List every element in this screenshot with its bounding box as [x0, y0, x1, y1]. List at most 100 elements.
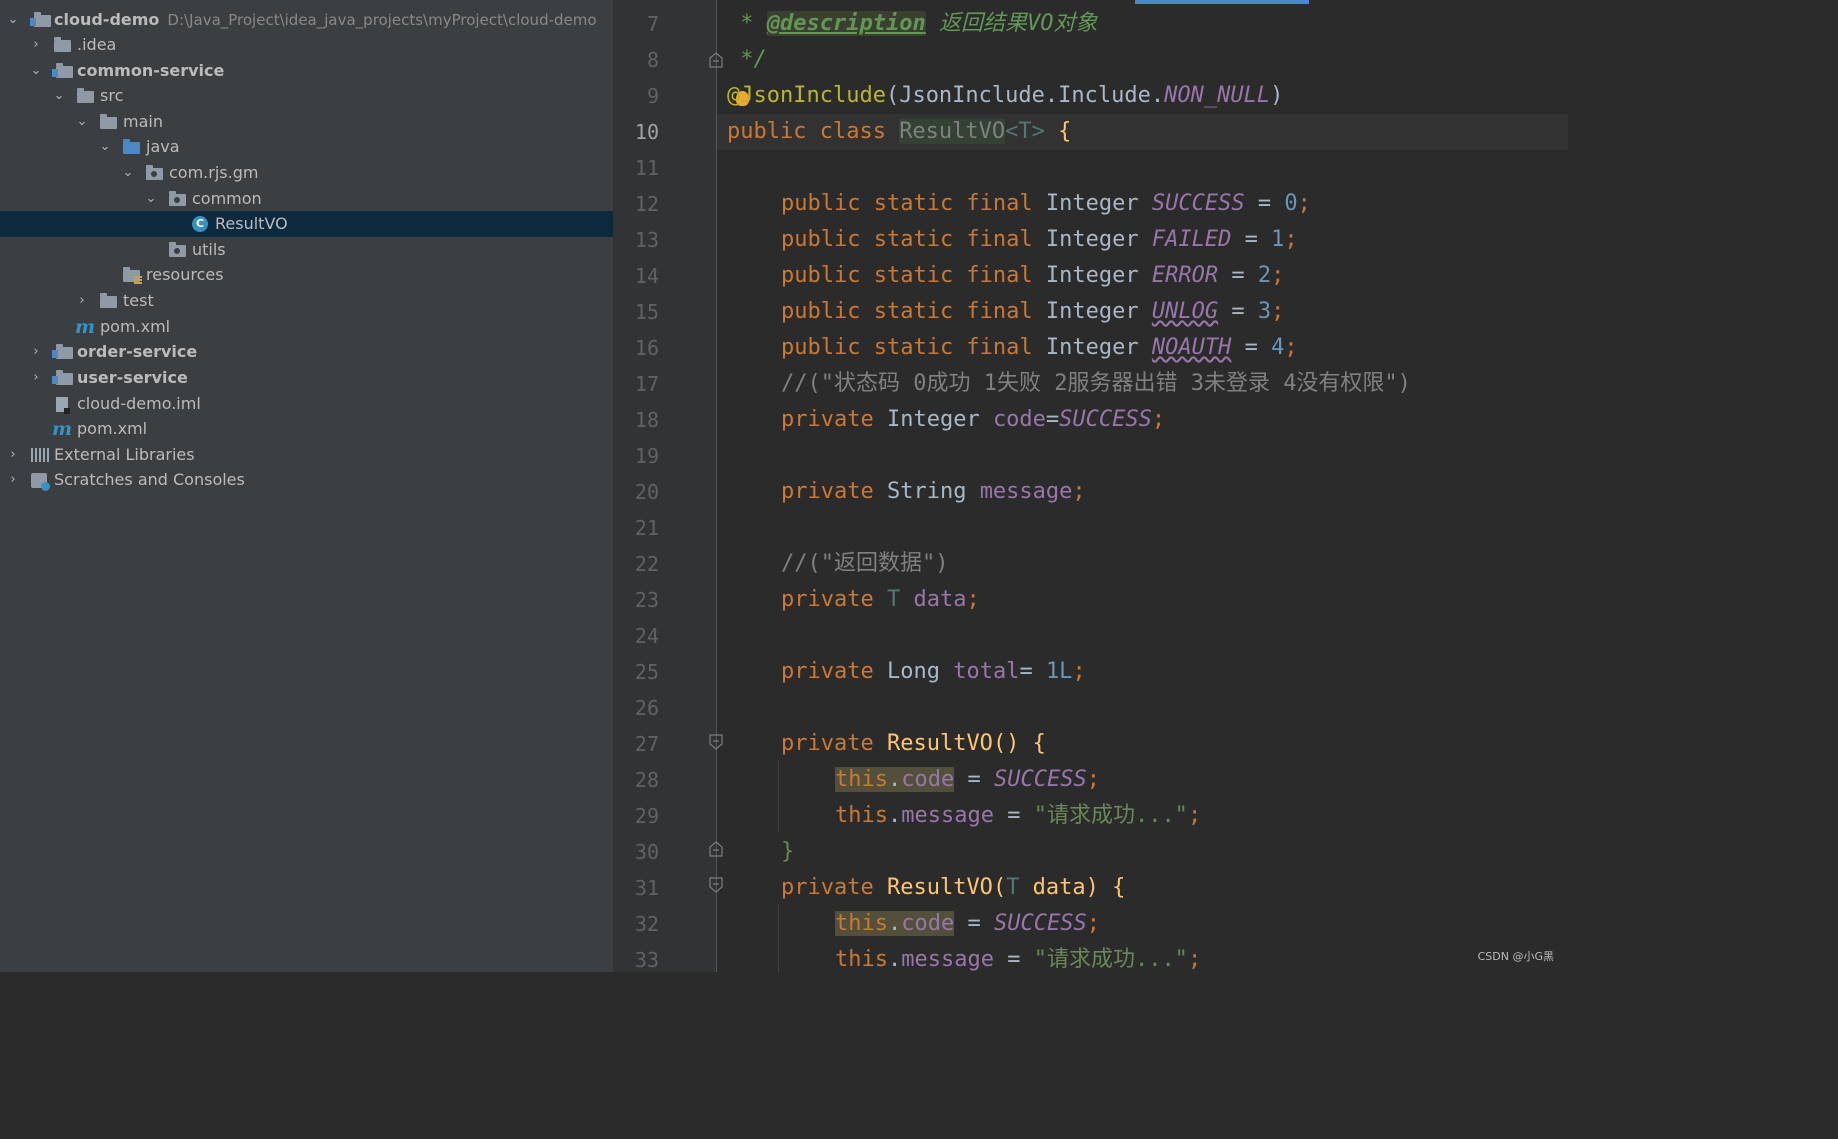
- tree-row-java[interactable]: ⌄ java: [0, 134, 613, 160]
- chevron-down-icon[interactable]: ⌄: [52, 83, 66, 109]
- tree-item-label: External Libraries: [54, 445, 195, 464]
- code-line-18: private Integer code=SUCCESS;: [781, 402, 1165, 438]
- folder-icon: [100, 114, 117, 129]
- tree-row-resources[interactable]: resources: [0, 262, 613, 288]
- code-token: public class: [727, 119, 900, 144]
- tree-item-label: order-service: [77, 342, 198, 361]
- code-token: public static final: [781, 191, 1046, 216]
- code-token: public static final: [781, 227, 1046, 252]
- tree-row-pom-common[interactable]: m pom.xml: [0, 314, 613, 340]
- code-token: ;: [1297, 191, 1311, 216]
- chevron-down-icon[interactable]: ⌄: [98, 134, 112, 160]
- tree-item-label: common: [192, 189, 262, 208]
- fold-start-icon[interactable]: [709, 877, 723, 893]
- line-number: 32: [634, 912, 659, 936]
- chevron-right-icon[interactable]: ›: [29, 365, 43, 391]
- tree-row-resultvo[interactable]: C ResultVO: [0, 211, 613, 237]
- tree-row-package[interactable]: ⌄ com.rjs.gm: [0, 160, 613, 186]
- code-token: ResultVO: [886, 875, 993, 900]
- tree-row-main[interactable]: ⌄ main: [0, 109, 613, 135]
- code-token: SUCCESS: [993, 911, 1087, 936]
- code-token: T: [886, 587, 914, 612]
- line-number: 29: [634, 804, 659, 828]
- code-token: public static final: [781, 299, 1046, 324]
- tree-row-user-service[interactable]: › user-service: [0, 365, 613, 391]
- code-token: ;: [1151, 407, 1166, 432]
- code-token: ResultVO: [886, 731, 993, 756]
- code-token: ;: [1086, 911, 1100, 936]
- line-number: 22: [634, 552, 659, 576]
- code-token: public static final: [781, 263, 1046, 288]
- line-number: 12: [634, 192, 659, 216]
- line-number: 14: [634, 264, 659, 288]
- chevron-down-icon[interactable]: ⌄: [29, 58, 43, 84]
- resources-folder-icon: [123, 267, 142, 284]
- indent-guide: [778, 760, 779, 832]
- chevron-down-icon[interactable]: ⌄: [144, 186, 158, 212]
- code-token: =: [954, 767, 994, 792]
- code-token: *: [727, 11, 767, 36]
- code-token: @: [727, 83, 741, 108]
- fold-end-icon[interactable]: [709, 52, 723, 68]
- tree-row-iml[interactable]: cloud-demo.iml: [0, 391, 613, 417]
- folder-icon: [77, 88, 94, 103]
- tree-row-test[interactable]: › test: [0, 288, 613, 314]
- code-line-17: //("状态码 0成功 1失败 2服务器出错 3未登录 4没有权限"): [781, 366, 1411, 402]
- code-token: ;: [1271, 299, 1285, 324]
- source-folder-icon: [123, 139, 140, 154]
- code-token: ;: [1271, 263, 1285, 288]
- code-line-33: this.message = "请求成功...";: [835, 942, 1201, 978]
- code-token: Integer: [1045, 335, 1152, 360]
- tree-row-pom-root[interactable]: m pom.xml: [0, 416, 613, 442]
- gutter-divider: [716, 0, 717, 972]
- tree-row-utils[interactable]: utils: [0, 237, 613, 263]
- code-editor[interactable]: 7 8 9 10 11 12 13 14 15 16 17 18 19 20 2…: [613, 0, 1568, 972]
- line-number: 33: [634, 948, 659, 972]
- code-line-22: //("返回数据"): [781, 546, 948, 582]
- chevron-down-icon[interactable]: ⌄: [6, 7, 20, 33]
- tree-row-idea[interactable]: › .idea: [0, 32, 613, 58]
- code-token: message: [901, 803, 994, 828]
- tree-row-common-service[interactable]: ⌄ common-service: [0, 58, 613, 84]
- chevron-right-icon[interactable]: ›: [29, 339, 43, 365]
- fold-start-icon[interactable]: [709, 734, 723, 750]
- tree-row-scratches[interactable]: › Scratches and Consoles: [0, 467, 613, 493]
- code-line-14: public static final Integer ERROR = 2;: [781, 258, 1284, 294]
- line-number: 16: [634, 336, 659, 360]
- tree-item-label: src: [100, 86, 124, 105]
- code-token: //("返回数据"): [781, 551, 949, 576]
- code-token: ;: [1187, 947, 1202, 972]
- chevron-right-icon[interactable]: ›: [6, 467, 20, 493]
- code-token: 2: [1257, 263, 1272, 288]
- chevron-right-icon[interactable]: ›: [6, 442, 20, 468]
- tree-row-external-libraries[interactable]: › External Libraries: [0, 442, 613, 468]
- code-token: //("状态码 0成功 1失败 2服务器出错 3未登录 4没有权限"): [781, 371, 1411, 396]
- chevron-right-icon[interactable]: ›: [75, 288, 89, 314]
- code-token: }: [781, 839, 795, 864]
- tree-row-cloud-demo[interactable]: ⌄ cloud-demo D:\Java_Project\idea_java_pr…: [0, 7, 613, 33]
- tree-item-label: Scratches and Consoles: [54, 470, 245, 489]
- code-line-30: }: [781, 834, 794, 870]
- code-token: 1: [1271, 227, 1285, 252]
- tree-row-common[interactable]: ⌄ common: [0, 186, 613, 212]
- code-token: Integer: [1045, 191, 1152, 216]
- chevron-down-icon[interactable]: ⌄: [75, 109, 89, 135]
- tree-row-order-service[interactable]: › order-service: [0, 339, 613, 365]
- code-line-9: @JsonInclude(JsonInclude.Include.NON_NUL…: [727, 78, 1283, 114]
- code-token: code: [992, 407, 1046, 432]
- code-token: code: [901, 767, 955, 792]
- code-token: =: [1218, 299, 1258, 324]
- chevron-down-icon[interactable]: ⌄: [121, 160, 135, 186]
- code-token: .: [887, 911, 902, 936]
- code-token: NON_NULL: [1164, 83, 1271, 108]
- code-line-16: public static final Integer NOAUTH = 4;: [781, 330, 1298, 366]
- code-token: private: [781, 407, 887, 432]
- code-token: =: [1019, 659, 1046, 684]
- chevron-right-icon[interactable]: ›: [29, 32, 43, 58]
- line-number: 9: [646, 84, 659, 108]
- code-token: .: [887, 767, 902, 792]
- code-token: <T>: [1005, 119, 1045, 144]
- code-token: private: [781, 731, 887, 756]
- fold-end-icon[interactable]: [709, 841, 723, 857]
- tree-row-src[interactable]: ⌄ src: [0, 83, 613, 109]
